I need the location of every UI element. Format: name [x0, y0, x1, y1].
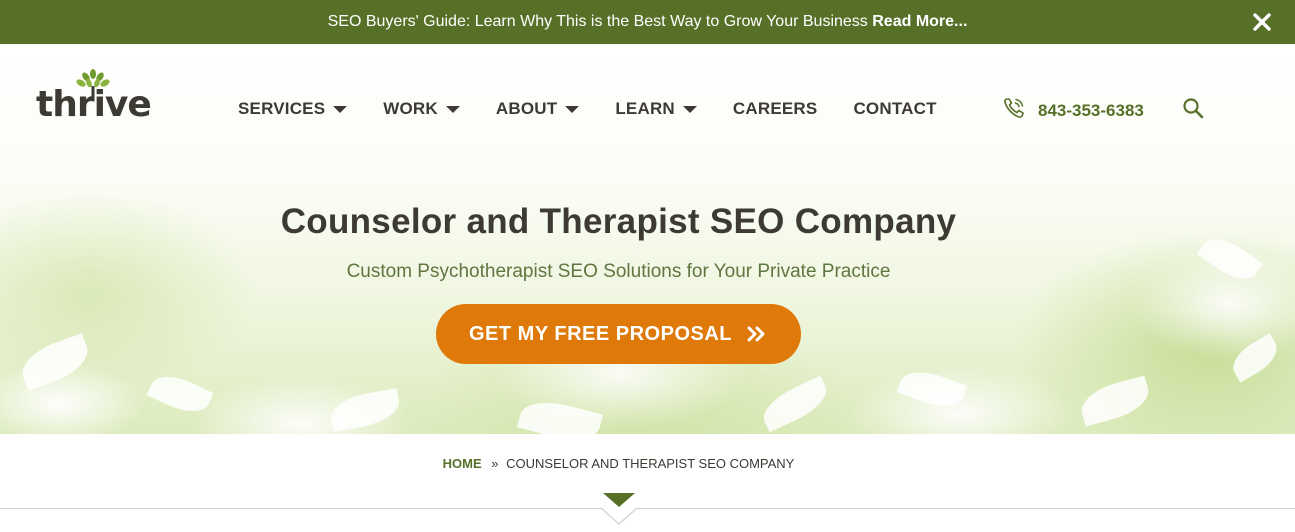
nav-careers[interactable]: CAREERS — [733, 99, 818, 119]
nav-label: SERVICES — [238, 99, 326, 118]
nav-label: CONTACT — [853, 99, 937, 118]
nav-services[interactable]: SERVICES — [238, 99, 348, 119]
page-subtitle: Custom Psychotherapist SEO Solutions for… — [346, 261, 891, 282]
nav-contact[interactable]: CONTACT — [853, 99, 936, 119]
tree-icon — [76, 69, 110, 100]
cta-label: GET MY FREE PROPOSAL — [469, 322, 732, 345]
breadcrumb: HOME » COUNSELOR AND THERAPIST SEO COMPA… — [0, 456, 1237, 471]
phone-link[interactable]: 843-353-6383 — [1002, 96, 1144, 125]
scroll-down-icon[interactable] — [600, 492, 638, 532]
chevron-down-icon — [682, 105, 697, 113]
nav-about[interactable]: ABOUT — [495, 99, 580, 119]
chevron-down-icon — [565, 105, 580, 113]
nav-label: CAREERS — [732, 99, 818, 118]
read-more-link[interactable]: Read More... — [872, 13, 967, 30]
double-chevron-right-icon — [746, 325, 768, 343]
chevron-down-icon — [333, 105, 348, 113]
thrive-logo[interactable]: thrive — [36, 69, 152, 126]
announcement-text: SEO Buyers' Guide: Learn Why This is the… — [327, 13, 868, 30]
announcement-link[interactable]: SEO Buyers' Guide: Learn Why This is the… — [328, 13, 968, 31]
nav-work[interactable]: WORK — [383, 99, 460, 119]
phone-number: 843-353-6383 — [1038, 100, 1144, 120]
search-icon[interactable] — [1182, 97, 1204, 124]
nav-label: ABOUT — [495, 99, 558, 118]
free-proposal-button[interactable]: GET MY FREE PROPOSAL — [436, 304, 801, 364]
close-icon[interactable] — [1251, 11, 1273, 33]
nav-label: LEARN — [615, 99, 675, 118]
breadcrumb-home-link[interactable]: HOME — [443, 456, 482, 471]
announcement-bar: SEO Buyers' Guide: Learn Why This is the… — [0, 0, 1295, 44]
main-nav: SERVICES WORK ABOUT LEARN CAREERS CONTAC… — [238, 96, 973, 122]
nav-label: WORK — [383, 99, 438, 118]
page-title: Counselor and Therapist SEO Company — [280, 202, 957, 241]
phone-icon — [1002, 96, 1026, 125]
breadcrumb-current: COUNSELOR AND THERAPIST SEO COMPANY — [506, 456, 795, 471]
chevron-down-icon — [445, 105, 460, 113]
nav-learn[interactable]: LEARN — [615, 99, 697, 119]
breadcrumb-separator: » — [491, 456, 499, 471]
section-divider — [0, 508, 1295, 509]
